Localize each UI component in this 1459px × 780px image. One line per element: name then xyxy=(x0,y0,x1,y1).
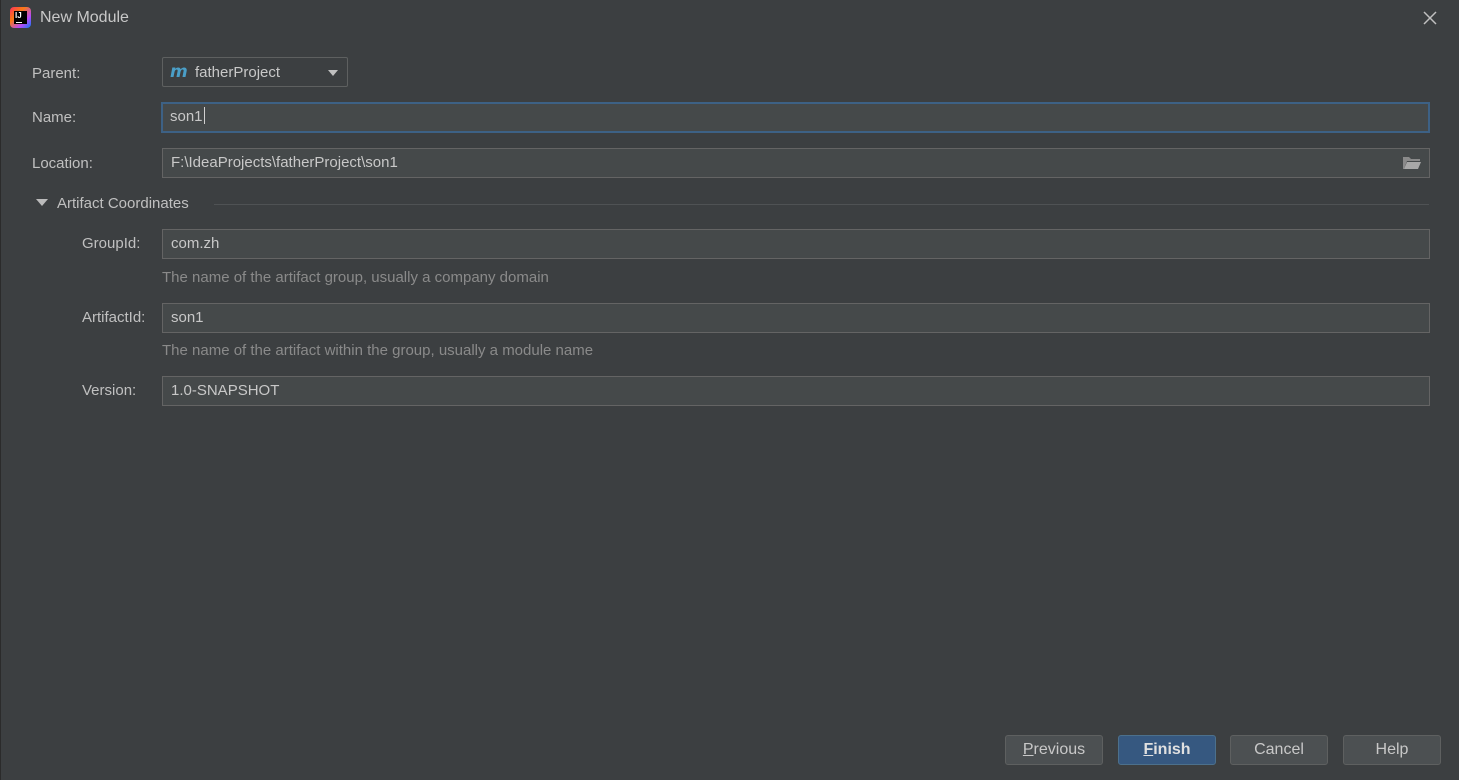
artifactid-label: ArtifactId: xyxy=(82,309,146,326)
groupid-input-value: com.zh xyxy=(171,235,220,252)
version-input[interactable]: 1.0-SNAPSHOT xyxy=(162,376,1430,406)
title-bar: IJ New Module xyxy=(1,0,1459,36)
parent-label: Parent: xyxy=(32,65,81,82)
triangle-down-icon[interactable] xyxy=(36,199,48,206)
maven-module-icon: m xyxy=(170,62,188,82)
artifactid-hint: The name of the artifact within the grou… xyxy=(162,342,594,359)
help-button[interactable]: Help xyxy=(1343,735,1441,765)
previous-button-mnemonic: P xyxy=(1022,741,1034,758)
artifact-coordinates-toggle[interactable]: Artifact Coordinates xyxy=(57,195,189,212)
artifactid-input[interactable]: son1 xyxy=(162,303,1430,333)
groupid-label: GroupId: xyxy=(82,235,141,252)
parent-dropdown[interactable]: m fatherProject xyxy=(162,57,348,87)
section-divider xyxy=(214,204,1429,205)
name-label: Name: xyxy=(32,109,77,126)
previous-button[interactable]: Previous xyxy=(1005,735,1103,765)
cancel-button[interactable]: Cancel xyxy=(1230,735,1328,765)
version-input-value: 1.0-SNAPSHOT xyxy=(171,382,280,399)
location-input-value: F:\IdeaProjects\fatherProject\son1 xyxy=(171,154,398,171)
dialog-title: New Module xyxy=(40,9,129,26)
name-input[interactable]: son1 xyxy=(161,102,1430,133)
location-label: Location: xyxy=(32,155,93,172)
folder-icon[interactable] xyxy=(1402,155,1422,171)
groupid-input[interactable]: com.zh xyxy=(162,229,1430,259)
previous-button-label: revious xyxy=(1033,741,1086,758)
version-label: Version: xyxy=(82,382,137,399)
finish-button-mnemonic: F xyxy=(1143,741,1154,758)
intellij-idea-icon: IJ xyxy=(10,7,31,28)
groupid-hint: The name of the artifact group, usually … xyxy=(162,269,549,286)
text-caret xyxy=(203,107,205,124)
finish-button-label: inish xyxy=(1153,741,1191,758)
close-icon[interactable] xyxy=(1419,7,1441,29)
parent-dropdown-value: fatherProject xyxy=(195,64,281,81)
chevron-down-icon xyxy=(328,70,338,76)
artifactid-input-value: son1 xyxy=(171,309,204,326)
finish-button[interactable]: Finish xyxy=(1118,735,1216,765)
new-module-dialog: IJ New Module Parent: m fatherProject Na… xyxy=(0,0,1459,780)
location-input[interactable]: F:\IdeaProjects\fatherProject\son1 xyxy=(162,148,1430,178)
name-input-value: son1 xyxy=(170,108,203,125)
